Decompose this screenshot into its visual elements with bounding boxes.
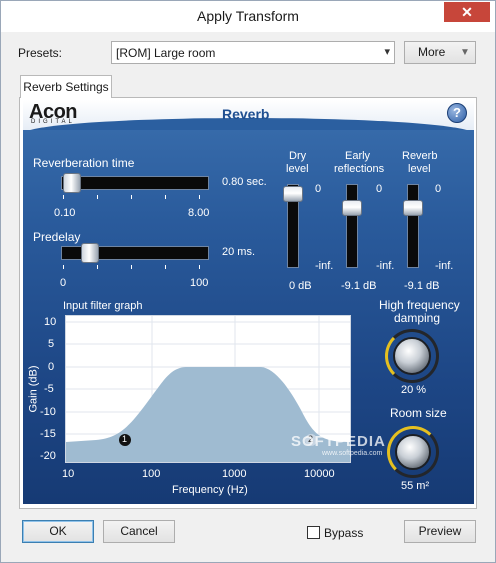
chevron-down-icon: ▼ — [460, 47, 470, 58]
reverberation-time-max: 8.00 — [188, 207, 210, 219]
dry-level-bottom: -inf. — [315, 260, 334, 272]
dry-level-thumb[interactable] — [283, 186, 303, 202]
reverb-level-label: Reverb — [402, 150, 438, 162]
xtick: 1000 — [222, 468, 247, 480]
early-reflections-fader[interactable] — [346, 184, 358, 268]
early-reflections-label-2: reflections — [334, 163, 385, 175]
slider-tick — [63, 195, 64, 199]
graph-xlabel: Frequency (Hz) — [172, 484, 248, 496]
slider-tick — [165, 195, 166, 199]
reverberation-time-label: Reverberation time — [33, 156, 135, 170]
room-size-knob[interactable] — [395, 434, 431, 470]
bypass-checkbox[interactable] — [307, 526, 320, 539]
softpedia-url: www.softpedia.com — [322, 450, 383, 457]
tab-reverb-settings[interactable]: Reverb Settings — [20, 75, 112, 98]
graph-ylabel: Gain (dB) — [27, 365, 40, 413]
predelay-label: Predelay — [33, 230, 81, 244]
more-button[interactable]: More ▼ — [404, 41, 476, 64]
close-button[interactable]: ✕ — [444, 2, 490, 22]
plugin-title: Reverb — [222, 106, 270, 122]
slider-tick — [97, 195, 98, 199]
reverb-level-label-2: level — [408, 163, 431, 175]
cancel-button[interactable]: Cancel — [103, 520, 175, 543]
more-label: More — [418, 45, 446, 59]
slider-tick — [63, 265, 64, 269]
ytick: 0 — [48, 361, 55, 373]
hf-damping-label-2: damping — [394, 311, 441, 325]
predelay-thumb[interactable] — [81, 243, 99, 263]
hf-damping-value: 20 % — [401, 384, 427, 396]
slider-tick — [131, 265, 132, 269]
early-reflections-bottom: -inf. — [376, 260, 395, 272]
hf-damping-knob[interactable] — [393, 337, 431, 375]
reverb-level-bottom: -inf. — [435, 260, 454, 272]
acon-logo-sub: DIGITAL — [31, 119, 75, 125]
early-reflections-thumb[interactable] — [342, 200, 362, 216]
xtick: 100 — [142, 468, 161, 480]
window-title: Apply Transform — [197, 8, 299, 24]
presets-value: [ROM] Large room — [116, 46, 216, 60]
chevron-down-icon: ▾ — [384, 46, 390, 58]
ytick: -15 — [40, 428, 56, 440]
apply-transform-window: Apply Transform ✕ Presets: [ROM] Large r… — [0, 0, 496, 563]
reverberation-time-slider[interactable] — [61, 176, 209, 190]
help-icon[interactable]: ? — [447, 103, 467, 123]
ytick: -5 — [44, 383, 54, 395]
reverb-level-fader[interactable] — [407, 184, 419, 268]
hf-damping-label: High frequency — [379, 298, 460, 312]
input-filter-graph[interactable]: 1 2 SOFTPEDIA www.softpedia.com — [65, 315, 385, 463]
xtick: 10000 — [304, 468, 335, 480]
node-1-label: 1 — [122, 434, 128, 444]
softpedia-watermark: SOFTPEDIA — [291, 433, 386, 450]
bypass-label: Bypass — [324, 526, 364, 540]
ytick: -20 — [40, 450, 56, 462]
reverberation-time-thumb[interactable] — [63, 173, 81, 193]
reverberation-time-value: 0.80 sec. — [222, 176, 267, 188]
xtick: 10 — [62, 468, 75, 480]
dry-level-value: 0 dB — [289, 280, 312, 292]
reverb-level-value: -9.1 dB — [404, 280, 440, 292]
ytick: 5 — [48, 338, 55, 350]
dry-level-label-2: level — [286, 163, 309, 175]
room-size-label: Room size — [390, 406, 447, 420]
ok-button[interactable]: OK — [22, 520, 94, 543]
slider-tick — [199, 265, 200, 269]
room-size-value: 55 m² — [401, 480, 430, 492]
reverb-level-thumb[interactable] — [403, 200, 423, 216]
early-reflections-label: Early — [345, 150, 371, 162]
predelay-value: 20 ms. — [222, 246, 256, 258]
dry-level-label: Dry — [289, 150, 307, 162]
presets-dropdown[interactable]: [ROM] Large room ▾ — [111, 41, 395, 64]
slider-tick — [199, 195, 200, 199]
title-bar: Apply Transform ✕ — [1, 1, 495, 32]
predelay-max: 100 — [190, 277, 209, 289]
preview-button[interactable]: Preview — [404, 520, 476, 543]
ytick: -10 — [40, 406, 56, 418]
presets-label: Presets: — [18, 46, 63, 60]
slider-tick — [131, 195, 132, 199]
reverberation-time-min: 0.10 — [54, 207, 76, 219]
ytick: 10 — [44, 316, 57, 328]
graph-title: Input filter graph — [63, 300, 143, 312]
slider-tick — [165, 265, 166, 269]
predelay-min: 0 — [60, 277, 67, 289]
early-reflections-top: 0 — [376, 183, 383, 195]
reverb-plugin-panel: Acon DIGITAL Reverb ? Reverberation time… — [23, 100, 474, 504]
slider-tick — [97, 265, 98, 269]
dry-level-top: 0 — [315, 183, 322, 195]
early-reflections-value: -9.1 dB — [341, 280, 377, 292]
reverb-level-top: 0 — [435, 183, 442, 195]
